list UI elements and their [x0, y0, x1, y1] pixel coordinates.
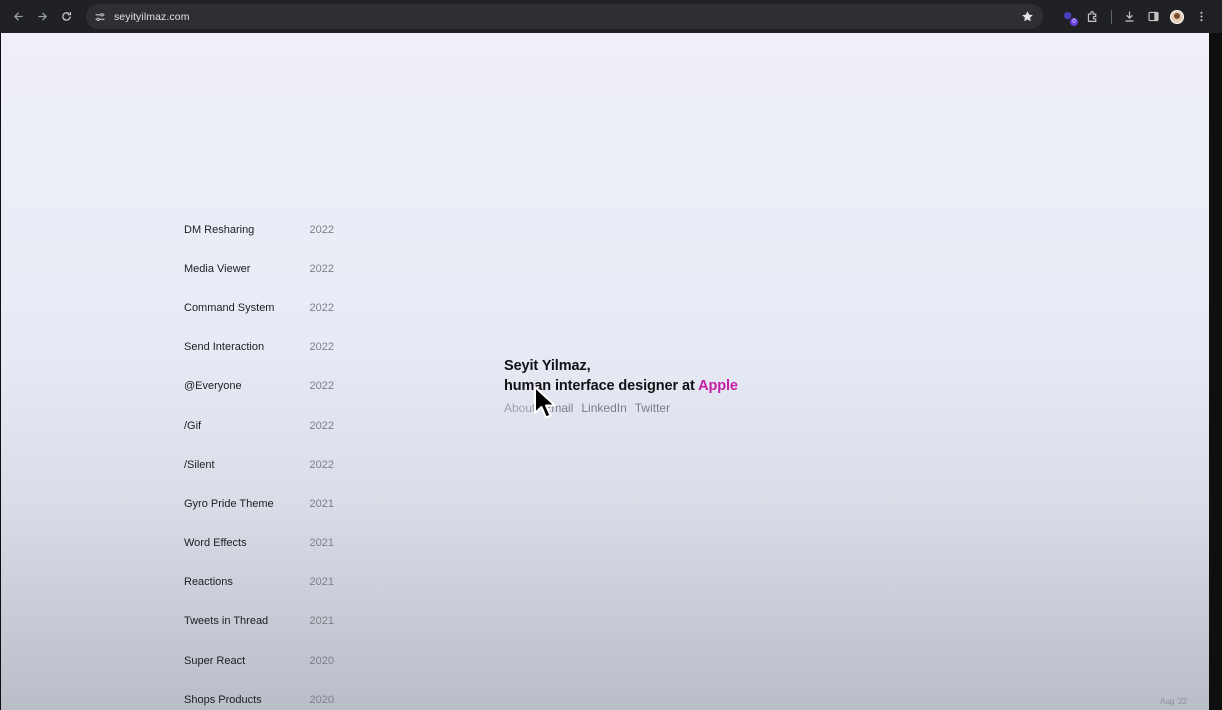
project-row[interactable]: Command System 2022 — [184, 288, 334, 327]
avatar — [1170, 9, 1185, 24]
project-year: 2022 — [309, 380, 334, 393]
arrow-left-icon — [14, 12, 24, 21]
forward-button[interactable] — [32, 6, 54, 28]
intro-name: Seyit Yilmaz, — [504, 358, 591, 374]
site-settings-icon[interactable] — [94, 10, 108, 24]
profile-button[interactable] — [1166, 6, 1188, 28]
downloads-button[interactable] — [1118, 6, 1140, 28]
project-year: 2022 — [309, 419, 334, 432]
twitter-link[interactable]: Twitter — [635, 401, 670, 415]
reload-button[interactable] — [56, 6, 78, 28]
project-row[interactable]: Gyro Pride Theme 2021 — [184, 484, 334, 523]
extension-button[interactable]: 0 — [1057, 6, 1079, 28]
footer-date: Aug '22 — [1160, 697, 1187, 706]
more-vertical-icon — [1199, 11, 1203, 22]
project-row[interactable]: Word Effects 2021 — [184, 524, 334, 563]
toolbar-divider — [1111, 9, 1113, 24]
project-year: 2021 — [309, 615, 334, 628]
project-row[interactable]: Shops Products 2020 — [184, 680, 334, 710]
project-name[interactable]: @Everyone — [184, 380, 242, 392]
back-button[interactable] — [8, 6, 30, 28]
url-text[interactable]: seyityilmaz.com — [114, 11, 190, 23]
project-year: 2021 — [309, 497, 334, 510]
bookmark-star-icon[interactable] — [1021, 10, 1035, 24]
page-viewport: DM Resharing 2022 Media Viewer 2022 Comman… — [1, 33, 1209, 710]
extension-badge: 0 — [1070, 17, 1079, 26]
project-year: 2022 — [309, 341, 334, 354]
project-year: 2022 — [309, 262, 334, 275]
menu-button[interactable] — [1190, 6, 1212, 28]
project-row[interactable]: Send Interaction 2022 — [184, 328, 334, 367]
project-row[interactable]: Tweets in Thread 2021 — [184, 602, 334, 641]
project-name[interactable]: /Gif — [184, 420, 201, 432]
arrow-right-icon — [38, 12, 48, 21]
project-row[interactable]: Media Viewer 2022 — [184, 249, 334, 288]
project-year: 2021 — [309, 576, 334, 589]
side-panel-button[interactable] — [1142, 6, 1164, 28]
project-name[interactable]: DM Resharing — [184, 224, 254, 236]
side-panel-icon — [1147, 11, 1159, 22]
project-name[interactable]: Word Effects — [184, 537, 247, 549]
company-name: Apple — [698, 378, 738, 394]
project-row[interactable]: /Gif 2022 — [184, 406, 334, 445]
project-row[interactable]: @Everyone 2022 — [184, 367, 334, 406]
download-icon — [1124, 11, 1134, 22]
browser-toolbar: seyityilmaz.com 0 — [0, 0, 1222, 33]
project-list: DM Resharing 2022 Media Viewer 2022 Comman… — [184, 210, 334, 710]
extensions-menu-button[interactable] — [1081, 6, 1103, 28]
project-name[interactable]: Reactions — [184, 576, 233, 588]
project-year: 2022 — [309, 458, 334, 471]
project-name[interactable]: Shops Products — [184, 694, 262, 706]
linkedin-link[interactable]: LinkedIn — [581, 401, 626, 415]
project-row[interactable]: Reactions 2021 — [184, 563, 334, 602]
reload-icon — [62, 12, 72, 21]
project-name[interactable]: Send Interaction — [184, 341, 264, 353]
window-edge — [1209, 33, 1222, 710]
puzzle-icon — [1087, 11, 1096, 22]
project-year: 2022 — [309, 223, 334, 236]
project-name[interactable]: Media Viewer — [184, 263, 250, 275]
project-name[interactable]: /Silent — [184, 459, 215, 471]
mouse-pointer-icon — [534, 386, 556, 419]
project-year: 2020 — [309, 693, 334, 706]
project-name[interactable]: Tweets in Thread — [184, 615, 268, 627]
project-row[interactable]: /Silent 2022 — [184, 445, 334, 484]
project-row[interactable]: Super React 2020 — [184, 641, 334, 680]
about-link[interactable]: About — [504, 401, 535, 415]
project-name[interactable]: Super React — [184, 655, 245, 667]
project-year: 2020 — [309, 654, 334, 667]
project-name[interactable]: Command System — [184, 302, 274, 314]
address-bar[interactable]: seyityilmaz.com — [85, 4, 1044, 29]
project-year: 2021 — [309, 537, 334, 550]
project-name[interactable]: Gyro Pride Theme — [184, 498, 274, 510]
project-year: 2022 — [309, 301, 334, 314]
project-row[interactable]: DM Resharing 2022 — [184, 210, 334, 249]
